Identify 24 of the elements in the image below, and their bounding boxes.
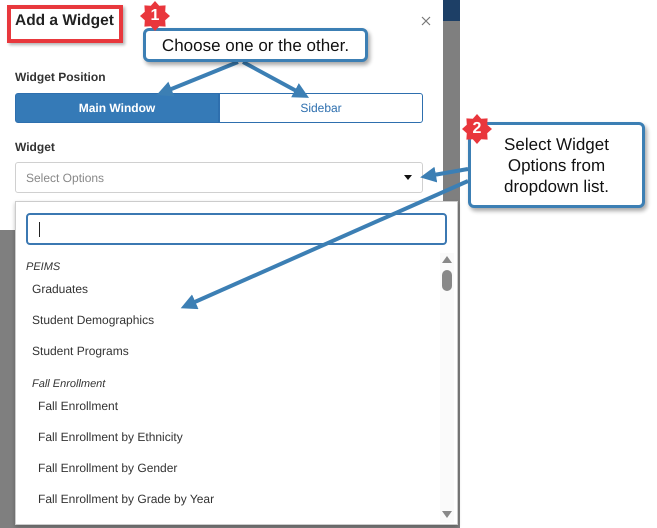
field-label: Widget Position <box>15 70 107 84</box>
option-item[interactable]: Fall Enrollment by Grade by Year <box>26 483 440 514</box>
callout-note: Choose one or the other. <box>143 28 368 62</box>
option-item[interactable]: Fall Enrollment by Ethnicity <box>26 421 440 452</box>
position-tab[interactable]: Main Window <box>15 93 219 123</box>
option-item[interactable]: Graduates <box>26 273 440 304</box>
arrow <box>242 60 310 98</box>
search-field[interactable] <box>26 213 447 245</box>
option-item[interactable]: Fall Enrollment <box>26 390 440 421</box>
close-icon[interactable] <box>421 16 431 26</box>
number-badge: 1 <box>140 1 170 31</box>
select-field[interactable]: Select Options <box>15 162 423 193</box>
dialog-title: Add a Widget <box>15 12 114 30</box>
group-header: Fall Enrollment <box>31 377 107 390</box>
field-label: Widget <box>15 140 56 154</box>
position-tab[interactable]: Sidebar <box>219 93 423 123</box>
scrollbar[interactable] <box>440 253 454 523</box>
header-bar <box>443 0 460 21</box>
option-item[interactable]: Student Programs <box>26 335 440 366</box>
caret-icon <box>404 175 412 180</box>
option-item[interactable]: Student Demographics <box>26 304 440 335</box>
option-item[interactable]: Fall Enrollment by Gender <box>26 452 440 483</box>
number-badge: 2 <box>462 114 492 144</box>
group-header: PEIMS <box>26 260 62 273</box>
